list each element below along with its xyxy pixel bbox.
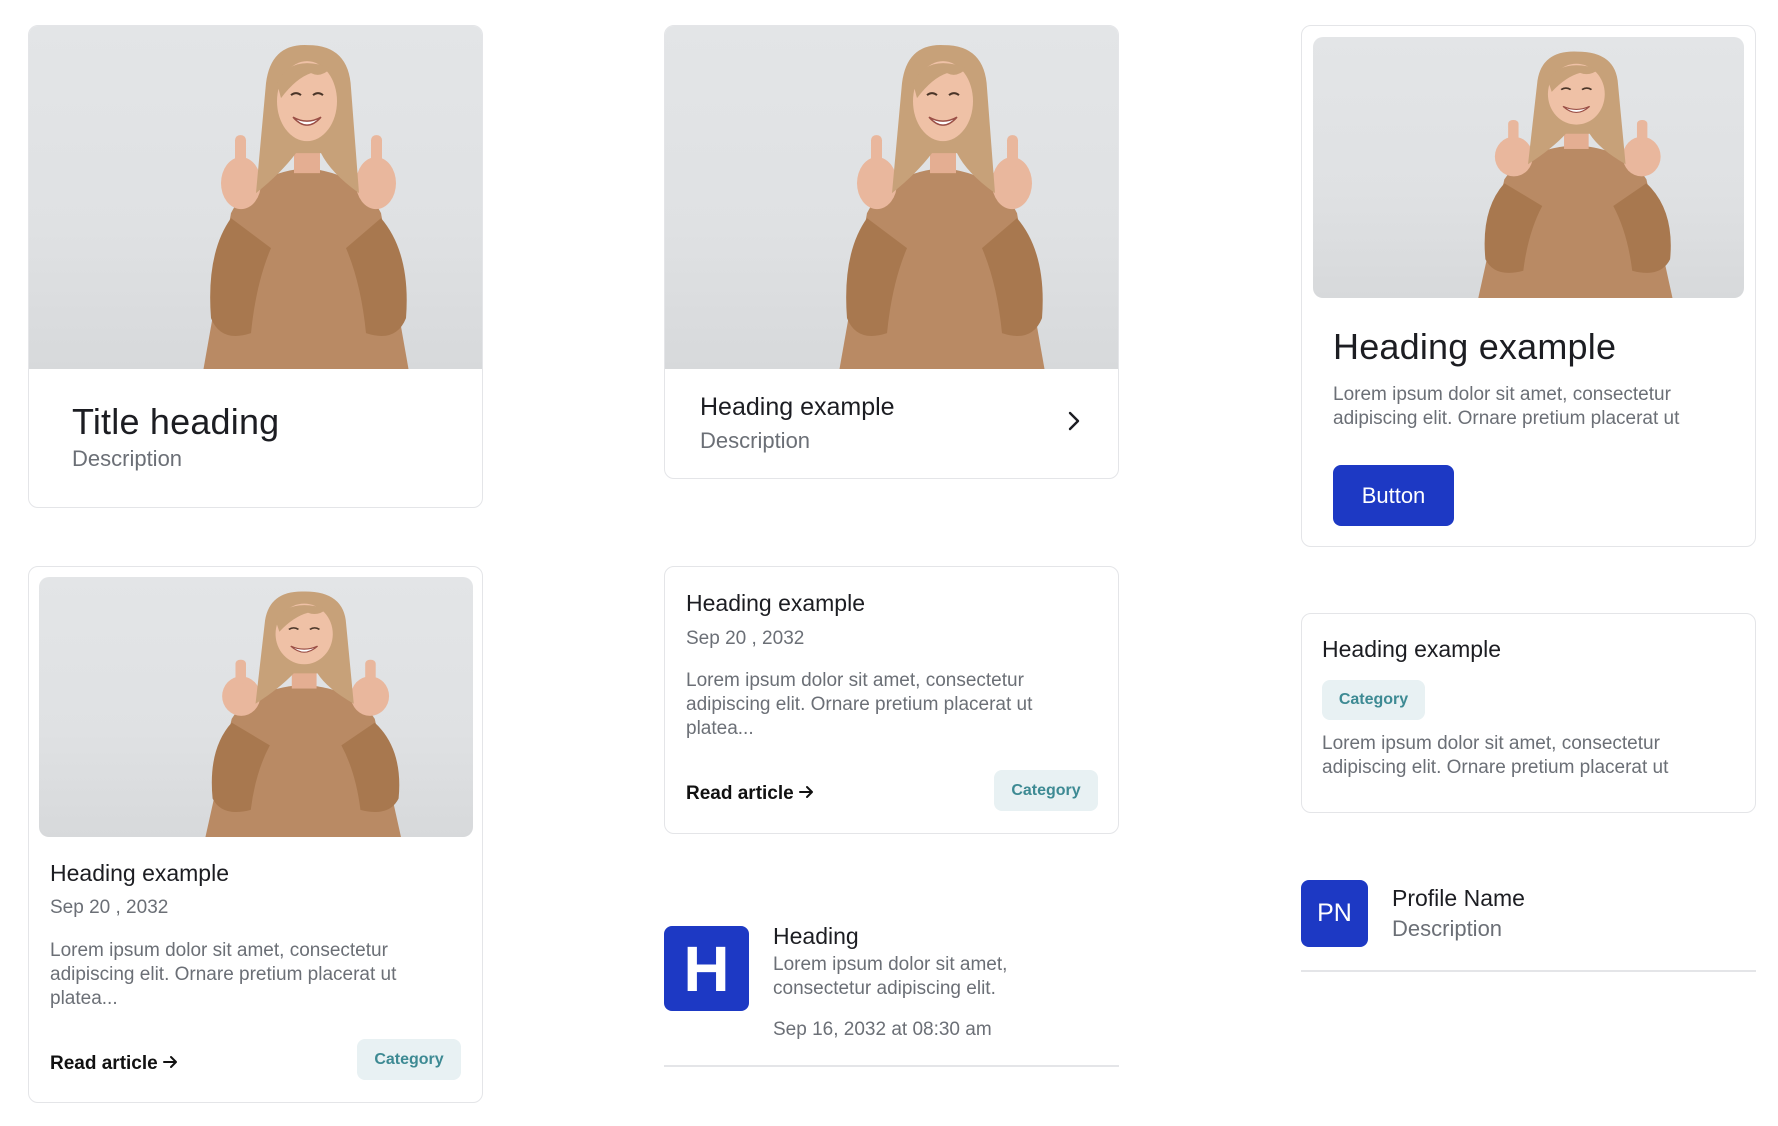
card-photo (29, 26, 482, 369)
avatar-initials: PN (1317, 899, 1352, 927)
card-heading-category: Heading example Category Lorem ipsum dol… (1301, 613, 1756, 813)
read-article-link[interactable]: Read article (50, 1053, 179, 1075)
chevron-right-icon[interactable] (1065, 410, 1083, 432)
read-article-link[interactable]: Read article (686, 783, 815, 805)
card-title: Title heading (72, 401, 280, 442)
profile-divider (1301, 970, 1756, 972)
card-text: Lorem ipsum dolor sit amet, consectetur … (1322, 733, 1669, 778)
card-description: Description (72, 446, 183, 471)
primary-button[interactable]: Button (1333, 465, 1454, 526)
list-item[interactable]: H Heading Lorem ipsum dolor sit amet, co… (664, 923, 1119, 1068)
card-photo (1313, 37, 1744, 298)
card-text: Lorem ipsum dolor sit amet, consectetur … (1333, 384, 1680, 429)
category-badge[interactable]: Category (1322, 680, 1425, 720)
category-badge[interactable]: Category (994, 770, 1098, 811)
woman-thumbs-up-illustration (205, 591, 401, 837)
card-heading-button: Heading example Lorem ipsum dolor sit am… (1301, 25, 1756, 547)
card-title-heading[interactable]: Title heading Description (28, 25, 483, 508)
card-date: Sep 20 , 2032 (50, 897, 169, 918)
tile-letter: H (683, 932, 730, 1005)
list-divider (664, 1065, 1119, 1067)
heading-avatar-tile: H (664, 926, 749, 1011)
woman-thumbs-up-illustration (203, 45, 409, 369)
card-photo (665, 26, 1118, 369)
read-article-label: Read article (50, 1053, 158, 1075)
list-item-text: Lorem ipsum dolor sit amet, consectetur … (773, 954, 1008, 999)
profile-avatar: PN (1301, 880, 1368, 947)
card-article: Heading example Sep 20 , 2032 Lorem ipsu… (664, 566, 1119, 834)
arrow-right-icon (799, 783, 815, 805)
card-text: Lorem ipsum dolor sit amet, consectetur … (686, 670, 1033, 739)
category-badge[interactable]: Category (357, 1039, 461, 1080)
list-item-timestamp: Sep 16, 2032 at 08:30 am (773, 1019, 992, 1040)
card-title: Heading example (1333, 326, 1617, 367)
woman-thumbs-up-illustration (1478, 51, 1673, 298)
card-date: Sep 20 , 2032 (686, 628, 805, 649)
card-title: Heading example (686, 590, 866, 616)
card-description: Description (700, 428, 811, 453)
card-article-image: Heading example Sep 20 , 2032 Lorem ipsu… (28, 566, 483, 1103)
card-heading-link[interactable]: Heading example Description (664, 25, 1119, 479)
profile-item[interactable]: PN Profile Name Description (1301, 880, 1756, 970)
read-article-label: Read article (686, 783, 794, 805)
arrow-right-icon (163, 1053, 179, 1075)
card-title: Heading example (700, 393, 895, 421)
card-title: Heading example (1322, 636, 1502, 662)
card-text: Lorem ipsum dolor sit amet, consectetur … (50, 940, 397, 1009)
card-title: Heading example (50, 860, 230, 886)
list-item-title: Heading (773, 923, 859, 949)
card-photo (39, 577, 473, 837)
woman-thumbs-up-illustration (839, 45, 1045, 369)
profile-description: Description (1392, 916, 1503, 941)
profile-name: Profile Name (1392, 885, 1525, 911)
